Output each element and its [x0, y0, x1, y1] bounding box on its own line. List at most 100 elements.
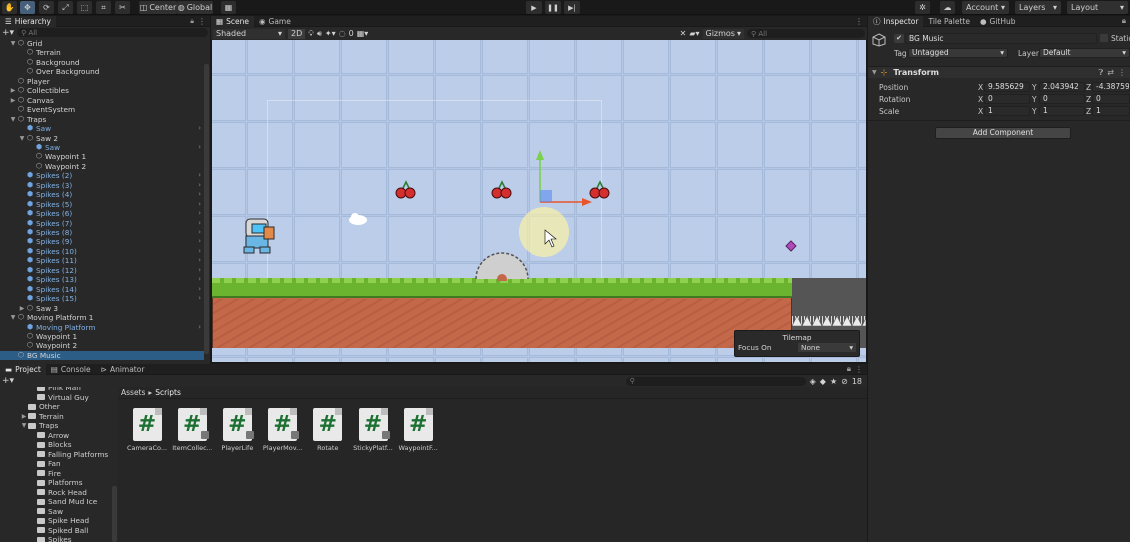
- chevron-right-icon[interactable]: ›: [198, 294, 201, 303]
- hierarchy-item[interactable]: ⬡ Terrain: [0, 48, 204, 57]
- chevron-right-icon[interactable]: ›: [198, 323, 201, 332]
- toggle-2d-button[interactable]: 2D: [288, 28, 306, 39]
- expand-arrow-right-icon[interactable]: ▶: [18, 304, 26, 313]
- hierarchy-item[interactable]: ⬢ Spikes (4) ›: [0, 190, 204, 199]
- tab-animator[interactable]: ⊳ Animator: [96, 364, 150, 375]
- tab-console[interactable]: ▤ Console: [46, 364, 96, 375]
- step-button[interactable]: ▶|: [564, 1, 580, 14]
- lock-icon[interactable]: 🔒︎: [1122, 16, 1126, 26]
- folder-item[interactable]: Spiked Ball: [0, 526, 88, 536]
- hierarchy-item[interactable]: ⬡ EventSystem: [0, 105, 204, 114]
- tag-dropdown[interactable]: Untagged ▾: [908, 48, 1008, 58]
- space-global-button[interactable]: ◍ Global: [177, 1, 213, 14]
- chevron-right-icon[interactable]: ›: [198, 237, 201, 246]
- scale-tool-icon[interactable]: ⤢: [58, 1, 73, 14]
- hierarchy-item[interactable]: ⬢ Saw ›: [0, 143, 204, 152]
- object-name-field[interactable]: BG Music: [905, 33, 1097, 44]
- hierarchy-item[interactable]: ▶ ⬡ Collectibles: [0, 86, 204, 95]
- chevron-right-icon[interactable]: ›: [198, 181, 201, 190]
- hierarchy-item[interactable]: ⬢ Spikes (7) ›: [0, 219, 204, 228]
- chevron-right-icon[interactable]: ›: [198, 190, 201, 199]
- hierarchy-item[interactable]: ⬢ Spikes (9) ›: [0, 237, 204, 246]
- folder-item[interactable]: Other: [0, 402, 60, 412]
- chevron-right-icon[interactable]: ›: [198, 266, 201, 275]
- hierarchy-item[interactable]: ▼ ⬡ Grid: [0, 39, 204, 48]
- more-options-icon[interactable]: ⋮: [855, 365, 863, 374]
- expand-arrow-right-icon[interactable]: ▶: [9, 96, 17, 105]
- chevron-right-icon[interactable]: ›: [198, 171, 201, 180]
- move-tool-icon[interactable]: ✥: [20, 1, 35, 14]
- hierarchy-item[interactable]: ⬢ Spikes (15) ›: [0, 294, 204, 303]
- chevron-right-icon[interactable]: ›: [198, 256, 201, 265]
- folder-item[interactable]: Fan: [0, 459, 61, 469]
- effects-icon[interactable]: ✦▾: [325, 29, 336, 38]
- filter-type-icon[interactable]: ◈: [810, 377, 816, 386]
- expand-arrow-icon[interactable]: ▼: [20, 421, 28, 431]
- hierarchy-item[interactable]: ▶ ⬡ Canvas: [0, 96, 204, 105]
- hierarchy-item[interactable]: ⬡ Over Background: [0, 67, 204, 76]
- hierarchy-item[interactable]: ⬢ Moving Platform ›: [0, 323, 204, 332]
- tab-project[interactable]: ▬ Project: [0, 363, 46, 375]
- folder-item[interactable]: Spike Head: [0, 516, 89, 526]
- chevron-right-icon[interactable]: ›: [198, 247, 201, 256]
- cloud-icon[interactable]: ☁: [940, 1, 955, 14]
- folder-item[interactable]: Virtual Guy: [0, 393, 89, 403]
- hierarchy-item[interactable]: ⬢ Spikes (14) ›: [0, 285, 204, 294]
- tools-icon[interactable]: ✕: [680, 29, 687, 38]
- tab-hierarchy[interactable]: ☰ Hierarchy: [0, 15, 56, 27]
- hierarchy-item[interactable]: ▼ ⬡ Moving Platform 1: [0, 313, 204, 322]
- expand-arrow-right-icon[interactable]: ▶: [9, 86, 17, 95]
- hierarchy-item[interactable]: ⬢ Spikes (2) ›: [0, 171, 204, 180]
- script-asset[interactable]: # PlayerMov...: [263, 408, 303, 452]
- hierarchy-search-input[interactable]: ⚲ All: [17, 28, 208, 37]
- hierarchy-item[interactable]: ⬡ BG Music: [0, 350, 204, 361]
- add-icon[interactable]: +▾: [2, 376, 14, 386]
- layers-dropdown[interactable]: Layers ▾: [1015, 1, 1061, 14]
- rotation-y-field[interactable]: 0: [1039, 94, 1085, 104]
- script-asset[interactable]: # StickyPlatf...: [353, 408, 393, 452]
- chevron-right-icon[interactable]: ›: [198, 124, 201, 133]
- hierarchy-item[interactable]: ⬢ Spikes (10) ›: [0, 247, 204, 256]
- folder-item[interactable]: Blocks: [0, 440, 72, 450]
- hidden-packages-icon[interactable]: ⊘: [841, 377, 848, 386]
- audio-icon[interactable]: 🔊︎: [317, 29, 322, 39]
- script-asset[interactable]: # Rotate: [308, 408, 348, 452]
- position-x-field[interactable]: 9.585629: [984, 82, 1030, 92]
- position-y-field[interactable]: 2.043942: [1039, 82, 1085, 92]
- scale-x-field[interactable]: 1: [984, 106, 1030, 116]
- chevron-right-icon[interactable]: ›: [198, 143, 201, 152]
- hierarchy-item[interactable]: ⬡ Waypoint 2: [0, 341, 204, 350]
- expand-arrow-down-icon[interactable]: ▼: [9, 313, 17, 322]
- tab-github[interactable]: ● GitHub: [975, 16, 1021, 27]
- static-checkbox[interactable]: [1100, 34, 1108, 42]
- folder-item[interactable]: Sand Mud Ice: [0, 497, 97, 507]
- chevron-right-icon[interactable]: ›: [198, 209, 201, 218]
- lighting-icon[interactable]: 💡︎: [308, 29, 314, 39]
- layout-dropdown[interactable]: Layout ▾: [1067, 1, 1128, 14]
- rotation-z-field[interactable]: 0: [1092, 94, 1130, 104]
- lock-icon[interactable]: 🔒︎: [190, 17, 194, 26]
- transform-header[interactable]: ▼ ⊹ Transform ❓︎ ⇄ ⋮: [868, 66, 1130, 78]
- more-options-icon[interactable]: ⋮: [1118, 68, 1126, 77]
- expand-arrow-down-icon[interactable]: ▼: [18, 134, 26, 143]
- script-asset[interactable]: # WaypointF...: [398, 408, 438, 452]
- scene-viewport[interactable]: Tilemap Focus On None ▾: [212, 40, 866, 362]
- project-tree-scrollbar[interactable]: [112, 486, 117, 542]
- transform-tool-icon[interactable]: ⌗: [96, 1, 111, 14]
- collab-icon[interactable]: ✲: [915, 1, 930, 14]
- hierarchy-item[interactable]: ⬡ Waypoint 2: [0, 162, 204, 171]
- add-icon[interactable]: +▾: [2, 28, 14, 38]
- chevron-right-icon[interactable]: ›: [198, 200, 201, 209]
- snap-grid-icon[interactable]: ▦: [221, 1, 236, 14]
- hierarchy-item[interactable]: ⬡ Background: [0, 58, 204, 67]
- hierarchy-item[interactable]: ⬢ Spikes (8) ›: [0, 228, 204, 237]
- visibility-icon[interactable]: ◌: [339, 29, 346, 38]
- custom-tool-icon[interactable]: ✂: [115, 1, 130, 14]
- position-z-field[interactable]: -4.387592: [1092, 82, 1130, 92]
- folder-item[interactable]: Falling Platforms: [0, 450, 108, 460]
- folder-item[interactable]: ▶ Terrain: [0, 412, 64, 422]
- chevron-right-icon[interactable]: ›: [198, 285, 201, 294]
- pause-button[interactable]: ❚❚: [545, 1, 561, 14]
- hierarchy-item[interactable]: ▼ ⬡ Saw 2: [0, 134, 204, 143]
- chevron-right-icon[interactable]: ›: [198, 275, 201, 284]
